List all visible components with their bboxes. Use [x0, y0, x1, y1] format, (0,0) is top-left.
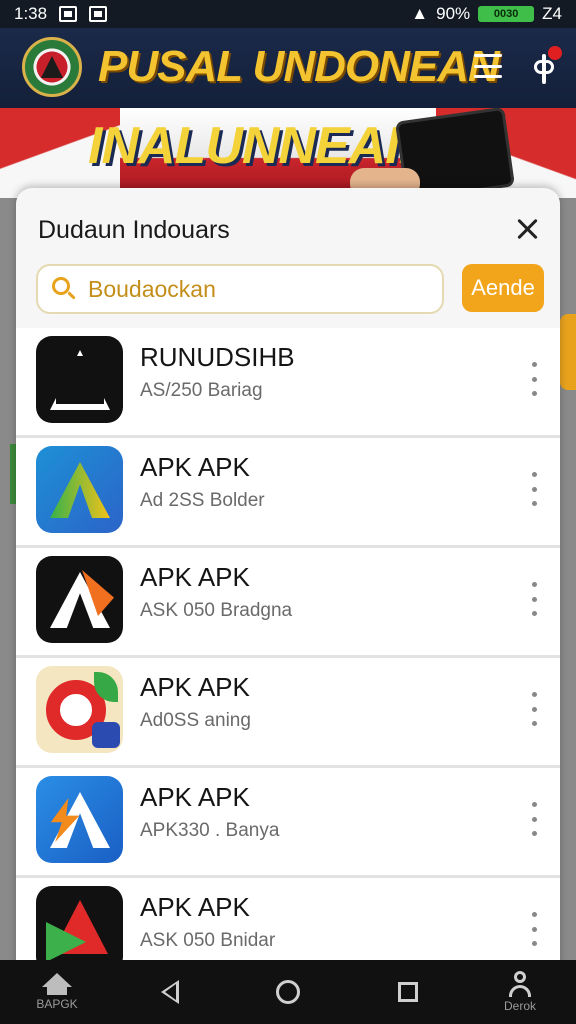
back-icon: [161, 980, 179, 1004]
app-meta: ASK 050 Bradgna: [140, 600, 293, 621]
banner-text: INALUNNEAIN: [88, 117, 436, 175]
battery-icon: 0030: [478, 6, 535, 22]
more-options-icon[interactable]: [526, 802, 542, 836]
gallery-icon: [89, 6, 108, 22]
app-name: APK APK: [140, 452, 250, 482]
recents-icon: [398, 982, 418, 1002]
app-meta: Ad 2SS Bolder: [140, 490, 265, 511]
person-icon: [507, 971, 533, 997]
emblem-logo[interactable]: [22, 37, 82, 97]
nav-home[interactable]: BAPGK: [28, 960, 86, 1024]
app-name: RUNUDSIHB: [140, 342, 295, 372]
battery-percent: 90%: [436, 4, 471, 23]
nav-profile[interactable]: Derok: [494, 960, 546, 1024]
list-item[interactable]: APK APK Ad 2SS Bolder: [16, 438, 560, 548]
list-item[interactable]: APK APK APK330 . Banya: [16, 768, 560, 878]
sheet-title: Dudaun Indouars: [38, 216, 230, 244]
black-a-app-icon: [36, 336, 123, 423]
list-item[interactable]: APK APK ASK 050 Bradgna: [16, 548, 560, 658]
circle-home-icon: [276, 980, 300, 1004]
notification-badge: [548, 46, 562, 60]
nav-home-label: BAPGK: [36, 997, 78, 1011]
search-icon: [52, 277, 76, 301]
close-icon[interactable]: [510, 212, 544, 246]
clock: 1:38: [14, 4, 48, 23]
bottom-navigation-bar: BAPGK Derok: [0, 960, 576, 1024]
search-button[interactable]: Aende: [462, 264, 544, 312]
download-sheet: Dudaun Indouars Boudaockan Aende RUNUDSI…: [16, 188, 560, 978]
home-icon: [42, 973, 72, 995]
more-options-icon[interactable]: [526, 692, 542, 726]
search-input[interactable]: Boudaockan: [36, 264, 444, 314]
app-title: PUSAL UNDONEAN: [98, 42, 500, 91]
backdrop-accent: [560, 314, 576, 390]
notification-tray-icon: [59, 6, 78, 22]
status-extra: Z4: [542, 4, 562, 23]
promo-banner[interactable]: INALUNNEAIN: [0, 108, 576, 198]
app-name: APK APK: [140, 782, 250, 812]
orange-a-app-icon: [36, 556, 123, 643]
status-bar: 1:38 ▲ 90% 0030 Z4: [0, 0, 576, 28]
hamburger-menu-icon[interactable]: [474, 54, 502, 78]
gradient-a-app-icon: [36, 446, 123, 533]
app-meta: Ad0SS aning: [140, 710, 251, 731]
app-meta: APK330 . Banya: [140, 820, 280, 841]
search-value: Boudaockan: [88, 275, 216, 302]
app-name: APK APK: [140, 562, 250, 592]
app-name: APK APK: [140, 892, 250, 922]
app-meta: AS/250 Bariag: [140, 380, 263, 401]
blue-bolt-app-icon: [36, 776, 123, 863]
nav-back[interactable]: [150, 960, 190, 1024]
list-item[interactable]: RUNUDSIHB AS/250 Bariag: [16, 328, 560, 438]
more-options-icon[interactable]: [526, 582, 542, 616]
notification-icon[interactable]: [530, 46, 562, 86]
more-options-icon[interactable]: [526, 472, 542, 506]
app-meta: ASK 050 Bnidar: [140, 930, 276, 951]
list-item[interactable]: APK APK Ad0SS aning: [16, 658, 560, 768]
app-list: RUNUDSIHB AS/250 Bariag APK APK Ad 2SS B…: [16, 328, 560, 978]
app-header: PUSAL UNDONEAN: [0, 28, 576, 108]
app-name: APK APK: [140, 672, 250, 702]
nav-home-system[interactable]: [270, 960, 306, 1024]
more-options-icon[interactable]: [526, 362, 542, 396]
nav-recents[interactable]: [390, 960, 426, 1024]
nav-profile-label: Derok: [503, 999, 536, 1013]
red-ring-app-icon: [36, 666, 123, 753]
signal-icon: ▲: [411, 4, 429, 23]
more-options-icon[interactable]: [526, 912, 542, 946]
